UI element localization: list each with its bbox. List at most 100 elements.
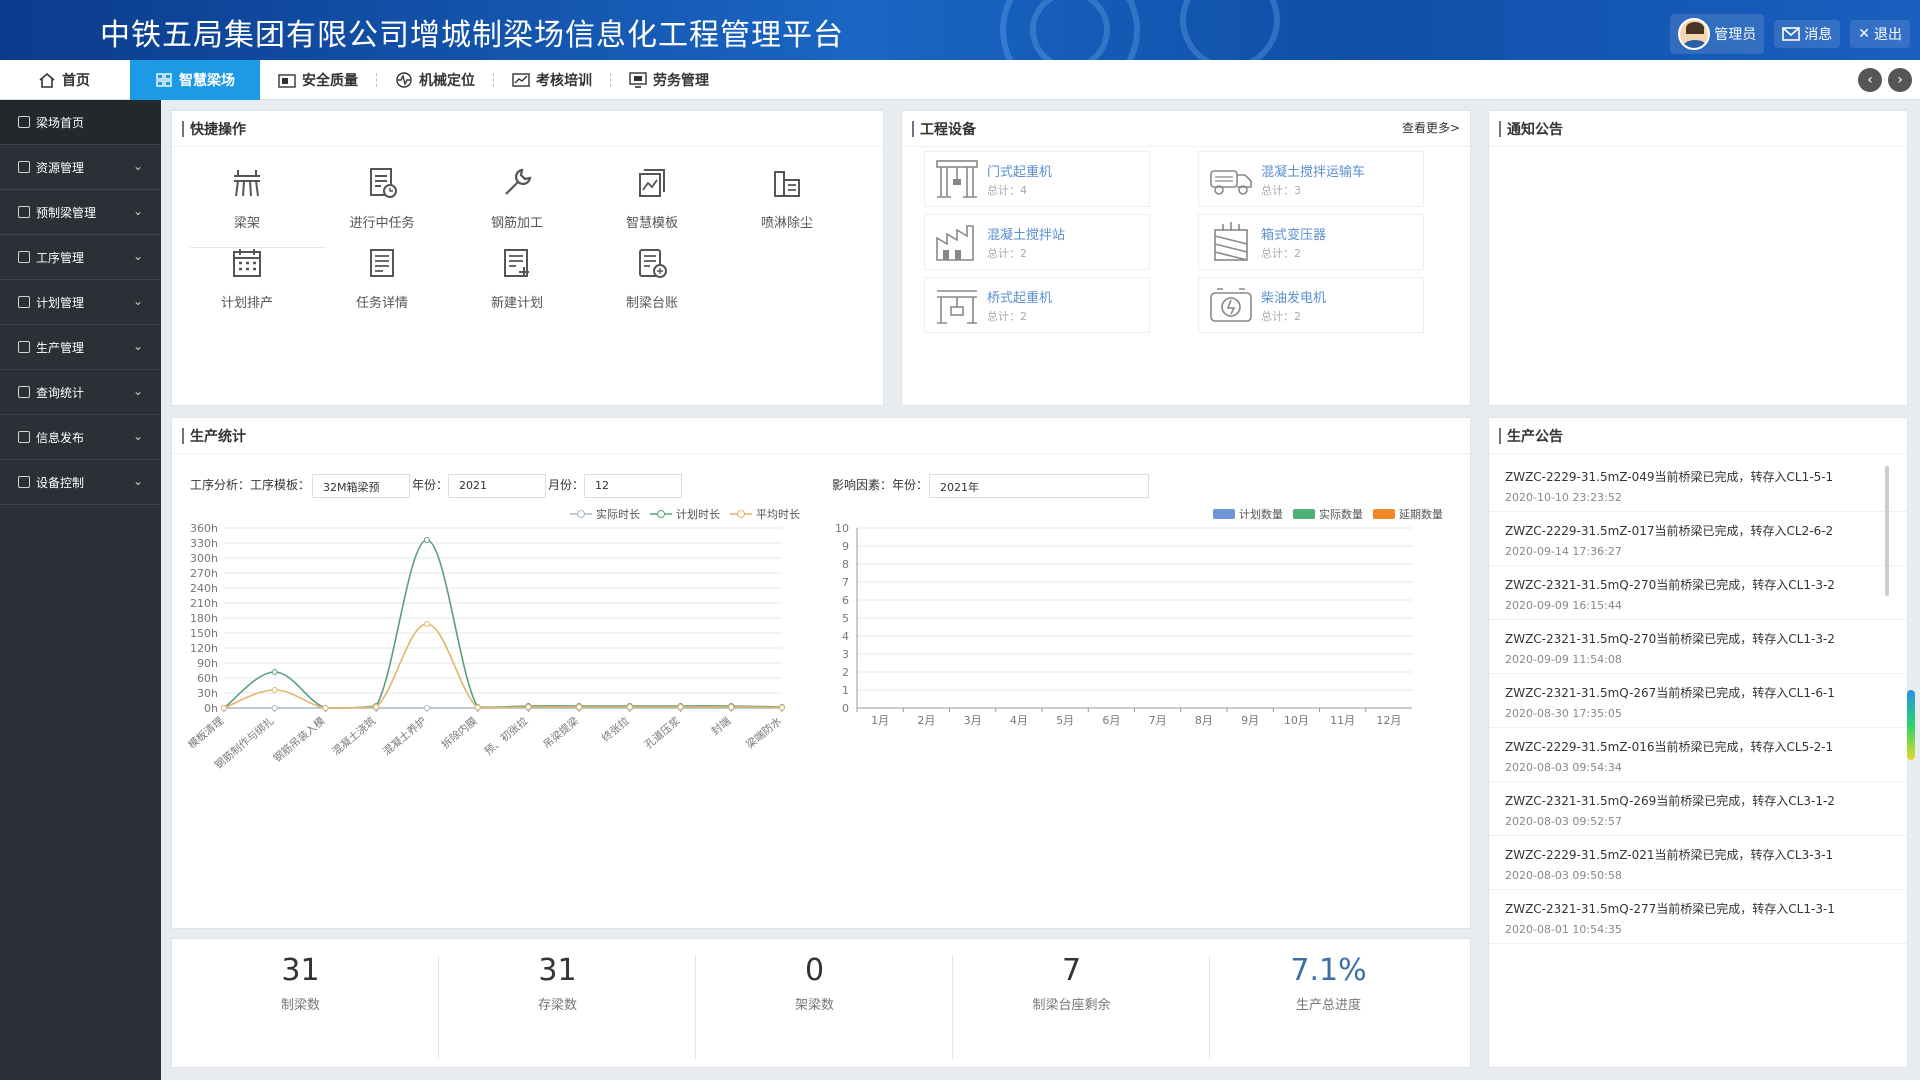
message-button[interactable]: 消息: [1774, 20, 1841, 48]
list-item[interactable]: ZWZC-2321-31.5mQ-270当前桥梁已完成，转存入CL1-3-2 20…: [1489, 566, 1907, 620]
factor-year-select[interactable]: 2021年: [929, 474, 1149, 498]
series-line: [223, 539, 783, 709]
announcement-text: ZWZC-2321-31.5mQ-267当前桥梁已完成，转存入CL1-6-1: [1505, 686, 1835, 700]
top-nav: 首页 智慧梁场 安全质量 机械定位 考核培训 劳务管理 ‹ ›: [0, 59, 1920, 100]
quick-op-active-tasks[interactable]: 进行中任务: [322, 166, 442, 231]
sidebar-item-label: 工序管理: [36, 250, 85, 265]
x-tick-label: 1月: [871, 714, 889, 727]
process-template-select[interactable]: 32M箱梁预: [312, 474, 410, 498]
scrollbar[interactable]: [1885, 466, 1889, 596]
announcement-list[interactable]: ZWZC-2229-31.5mZ-049当前桥梁已完成，转存入CL1-5-1 20…: [1489, 458, 1907, 951]
list-item[interactable]: ZWZC-2321-31.5mQ-267当前桥梁已完成，转存入CL1-6-1 20…: [1489, 674, 1907, 728]
data-point: [373, 704, 380, 710]
chevron-down-icon: ⌄: [132, 339, 143, 353]
quick-op-smart-template[interactable]: 智慧模板: [592, 166, 712, 231]
announcement-text: ZWZC-2229-31.5mZ-017当前桥梁已完成，转存入CL2-6-2: [1505, 524, 1834, 538]
quick-op-rebar[interactable]: 钢筋加工: [457, 166, 577, 231]
quick-op-task-detail[interactable]: 任务详情: [322, 246, 442, 311]
quick-op-label: 喷淋除尘: [760, 216, 813, 231]
year-select[interactable]: 2021: [448, 474, 546, 498]
x-tick-label: 模板清理: [185, 714, 226, 751]
equipment-card[interactable]: 混凝土搅拌站 总计：2: [924, 214, 1150, 270]
x-tick-label: 4月: [1010, 714, 1028, 727]
sidebar-item-publish[interactable]: 信息发布 ⌄: [0, 415, 161, 460]
panel-title: 生产公告: [1507, 428, 1563, 445]
x-tick-label: 10月: [1284, 714, 1309, 727]
quick-op-beam-rack[interactable]: 梁架: [187, 166, 307, 231]
sidebar-item-process[interactable]: 工序管理 ⌄: [0, 235, 161, 280]
notice-panel: 通知公告: [1488, 110, 1908, 406]
nav-machine[interactable]: 机械定位: [377, 60, 493, 100]
quick-op-label: 新建计划: [490, 296, 543, 311]
logout-label: 退出: [1874, 27, 1902, 43]
list-item[interactable]: ZWZC-2321-31.5mQ-277当前桥梁已完成，转存入CL1-3-1 20…: [1489, 890, 1907, 944]
nav-home[interactable]: 首页: [0, 60, 130, 100]
logout-button[interactable]: ✕ 退出: [1850, 20, 1910, 48]
data-point: [474, 704, 481, 711]
equipment-card[interactable]: 柴油发电机 总计：2: [1198, 277, 1424, 333]
view-more-link[interactable]: 查看更多>: [1402, 119, 1460, 136]
list-item[interactable]: ZWZC-2229-31.5mZ-049当前桥梁已完成，转存入CL1-5-1 20…: [1489, 458, 1907, 512]
quick-op-schedule[interactable]: 计划排产: [187, 246, 307, 311]
nav-machine-label: 机械定位: [419, 72, 475, 89]
announcement-panel: 生产公告 ZWZC-2229-31.5mZ-049当前桥梁已完成，转存入CL1-…: [1488, 417, 1908, 1068]
equipment-card[interactable]: 箱式变压器 总计：2: [1198, 214, 1424, 270]
y-tick-label: 240h: [190, 582, 218, 595]
nav-next-button[interactable]: ›: [1888, 68, 1912, 92]
equipment-name: 箱式变压器: [1261, 227, 1327, 243]
equipment-card[interactable]: 门式起重机 总计：4: [924, 151, 1150, 207]
list-item[interactable]: ZWZC-2229-31.5mZ-021当前桥梁已完成，转存入CL3-3-1 20…: [1489, 836, 1907, 890]
nav-smart-yard[interactable]: 智慧梁场: [130, 59, 260, 100]
list-item[interactable]: ZWZC-2321-31.5mQ-270当前桥梁已完成，转存入CL1-3-2 20…: [1489, 620, 1907, 674]
nav-training[interactable]: 考核培训: [494, 60, 610, 100]
x-tick-label: 12月: [1376, 714, 1401, 727]
nav-prev-button[interactable]: ‹: [1858, 68, 1882, 92]
x-tick-label: 吊梁提梁: [540, 714, 581, 751]
chevron-down-icon: ⌄: [132, 204, 143, 218]
y-tick-label: 10: [835, 522, 849, 535]
nav-labor-label: 劳务管理: [653, 72, 709, 89]
quick-op-ledger[interactable]: 制梁台账: [592, 246, 712, 311]
sidebar-item-label: 梁场首页: [36, 115, 85, 130]
list-item[interactable]: ZWZC-2229-31.5mZ-017当前桥梁已完成，转存入CL2-6-2 20…: [1489, 512, 1907, 566]
sidebar-item-query-stats[interactable]: 查询统计 ⌄: [0, 370, 161, 415]
side-scroll-indicator[interactable]: [1907, 690, 1915, 760]
quick-ops-panel: 快捷操作 梁架 进行中任务 钢筋加工 智慧模板 喷淋除尘 计划排产 任务详情 新…: [171, 110, 884, 406]
sidebar-item-yard-home[interactable]: 梁场首页: [0, 100, 161, 145]
nav-home-label: 首页: [62, 72, 90, 89]
data-point: [423, 537, 430, 543]
wrench-icon: [505, 168, 532, 195]
sidebar-item-precast-beams[interactable]: 预制梁管理 ⌄: [0, 190, 161, 235]
announcement-date: 2020-08-03 09:54:34: [1505, 761, 1622, 774]
data-point: [221, 705, 227, 711]
chevron-down-icon: ⌄: [132, 474, 143, 488]
y-tick-label: 6: [842, 594, 849, 607]
sidebar-item-production[interactable]: 生产管理 ⌄: [0, 325, 161, 370]
nav-safety[interactable]: 安全质量: [260, 60, 376, 100]
sidebar-item-plans[interactable]: 计划管理 ⌄: [0, 280, 161, 325]
sidebar-item-resources[interactable]: 资源管理 ⌄: [0, 145, 161, 190]
quick-op-label: 任务详情: [355, 296, 408, 311]
nav-labor[interactable]: 劳务管理: [611, 60, 727, 100]
quick-op-label: 智慧模板: [625, 216, 678, 231]
avatar: [1678, 18, 1711, 50]
user-button[interactable]: 管理员: [1670, 14, 1765, 54]
x-tick-label: 拆除内膜: [439, 714, 480, 751]
list-item[interactable]: ZWZC-2321-31.5mQ-269当前桥梁已完成，转存入CL3-1-2 20…: [1489, 782, 1907, 836]
quick-op-label: 进行中任务: [349, 216, 415, 231]
list-item[interactable]: ZWZC-2229-31.5mZ-016当前桥梁已完成，转存入CL5-2-1 20…: [1489, 728, 1907, 782]
user-label: 管理员: [1714, 27, 1757, 43]
template-icon: [639, 169, 665, 197]
equipment-card[interactable]: 桥式起重机 总计：2: [924, 277, 1150, 333]
gantry-crane-icon: [936, 160, 978, 198]
quick-op-spray[interactable]: 喷淋除尘: [727, 166, 847, 231]
calendar-icon: [233, 249, 261, 277]
equipment-card[interactable]: 混凝土搅拌运输车 总计：3: [1198, 151, 1424, 207]
month-select[interactable]: 12: [584, 474, 682, 498]
quick-op-new-plan[interactable]: 新建计划: [457, 246, 577, 311]
sidebar-item-device-control[interactable]: 设备控制 ⌄: [0, 460, 161, 505]
equipment-count: 总计：2: [1261, 309, 1301, 323]
data-point: [576, 704, 583, 710]
sidebar-item-label: 设备控制: [36, 475, 85, 490]
mixer-truck-icon: [1210, 170, 1252, 195]
